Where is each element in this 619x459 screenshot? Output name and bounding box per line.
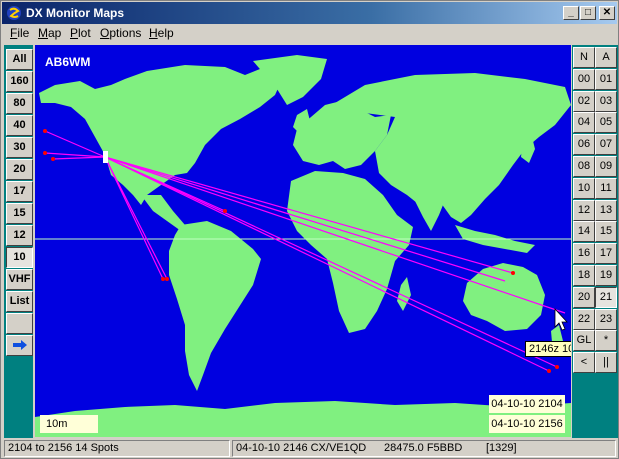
- spot-marker: [43, 151, 47, 155]
- band-button-40[interactable]: 40: [6, 115, 33, 136]
- hour-button-23[interactable]: 23: [595, 308, 617, 330]
- spot-marker: [161, 277, 165, 281]
- band-button-all[interactable]: All: [6, 49, 33, 70]
- spot-marker: [165, 277, 169, 281]
- band-panel: All 160 80 40 30 20 17 15 12 10 VHF List: [4, 45, 33, 438]
- hour-button-[interactable]: ||: [595, 352, 617, 374]
- band-button-30[interactable]: 30: [6, 137, 33, 158]
- band-indicator: 10m: [40, 415, 98, 433]
- hour-button-04[interactable]: 04: [573, 112, 595, 134]
- hour-button-06[interactable]: 06: [573, 134, 595, 156]
- hour-button-11[interactable]: 11: [595, 177, 617, 199]
- hour-button-05[interactable]: 05: [595, 112, 617, 134]
- menu-file[interactable]: File: [10, 26, 29, 40]
- hour-button-08[interactable]: 08: [573, 156, 595, 177]
- band-button-vhf[interactable]: VHF: [6, 269, 33, 290]
- spot-marker: [511, 271, 515, 275]
- start-time-box: 04-10-10 2104: [489, 395, 565, 413]
- spot-tooltip: 2146z 10 m: [525, 341, 571, 357]
- hour-button-18[interactable]: 18: [573, 265, 595, 286]
- hour-button-21[interactable]: 21: [595, 286, 617, 308]
- hour-button-03[interactable]: 03: [595, 90, 617, 112]
- spot-marker: [547, 369, 551, 373]
- close-button[interactable]: ✕: [599, 6, 615, 20]
- world-map[interactable]: AB6WM 10m 04-10-10 2104 04-10-10 2156 21…: [35, 45, 571, 437]
- hour-button-19[interactable]: 19: [595, 265, 617, 286]
- hour-button-14[interactable]: 14: [573, 221, 595, 243]
- hour-button-12[interactable]: 12: [573, 199, 595, 221]
- hour-button-17[interactable]: 17: [595, 243, 617, 265]
- hour-panel: N A 00 01 02 03 04 05 06 07 08 09 10 11 12 13 14 15 16 17 18…: [572, 45, 618, 438]
- band-button-80[interactable]: 80: [6, 93, 33, 114]
- app-icon: [7, 6, 21, 20]
- next-button[interactable]: [6, 335, 33, 356]
- hour-button-gl[interactable]: GL: [573, 330, 595, 352]
- band-button-15[interactable]: 15: [6, 203, 33, 224]
- band-button-20[interactable]: 20: [6, 159, 33, 180]
- band-button-160[interactable]: 160: [6, 71, 33, 92]
- status-spot-count: [1329]: [486, 442, 517, 454]
- hour-button-10[interactable]: 10: [573, 177, 595, 199]
- spot-marker: [555, 365, 559, 369]
- hour-button-02[interactable]: 02: [573, 90, 595, 112]
- menu-help[interactable]: Help: [149, 26, 174, 40]
- status-spot-time-call: 04-10-10 2146 CX/VE1QD: [236, 442, 367, 454]
- blank-button[interactable]: [6, 313, 33, 334]
- arrow-right-icon: [12, 340, 27, 350]
- map-canvas: [35, 45, 571, 437]
- end-time-box: 04-10-10 2156: [489, 415, 565, 433]
- hour-button-15[interactable]: 15: [595, 221, 617, 243]
- hour-button-00[interactable]: 00: [573, 68, 595, 90]
- hour-button-22[interactable]: 22: [573, 308, 595, 330]
- hour-button-07[interactable]: 07: [595, 134, 617, 156]
- status-spot-detail: 04-10-10 2146 CX/VE1QD 28475.0 F5BBD [13…: [232, 440, 616, 457]
- spot-marker: [51, 157, 55, 161]
- menu-plot[interactable]: Plot: [70, 26, 91, 40]
- hour-button-09[interactable]: 09: [595, 156, 617, 177]
- hour-button-a[interactable]: A: [595, 47, 617, 68]
- title-bar[interactable]: DX Monitor Maps _ □ ✕: [2, 2, 617, 24]
- hour-button-[interactable]: <: [573, 352, 595, 374]
- hour-button-13[interactable]: 13: [595, 199, 617, 221]
- status-frequency-spotter: 28475.0 F5BBD: [384, 442, 463, 454]
- hour-button-n[interactable]: N: [573, 47, 595, 68]
- menu-bar: File Map Plot Options Help: [2, 24, 617, 43]
- maximize-button[interactable]: □: [580, 6, 596, 20]
- hour-button-16[interactable]: 16: [573, 243, 595, 265]
- spot-marker: [43, 129, 47, 133]
- window-title: DX Monitor Maps: [26, 6, 124, 20]
- home-callsign: AB6WM: [45, 55, 91, 69]
- band-button-list[interactable]: List: [6, 291, 33, 312]
- hour-button-20[interactable]: 20: [573, 286, 595, 308]
- menu-map[interactable]: Map: [38, 26, 61, 40]
- menu-options[interactable]: Options: [100, 26, 141, 40]
- status-spot-range: 2104 to 2156 14 Spots: [4, 440, 230, 457]
- spot-marker: [223, 209, 227, 213]
- hour-button-01[interactable]: 01: [595, 68, 617, 90]
- hour-button-[interactable]: *: [595, 330, 617, 352]
- status-bar: 2104 to 2156 14 Spots 04-10-10 2146 CX/V…: [2, 439, 617, 458]
- band-button-17[interactable]: 17: [6, 181, 33, 202]
- minimize-button[interactable]: _: [563, 6, 579, 20]
- band-button-10[interactable]: 10: [6, 247, 33, 268]
- home-station-marker: [103, 151, 108, 163]
- main-window: DX Monitor Maps _ □ ✕ File Map Plot Opti…: [0, 0, 619, 459]
- band-button-12[interactable]: 12: [6, 225, 33, 246]
